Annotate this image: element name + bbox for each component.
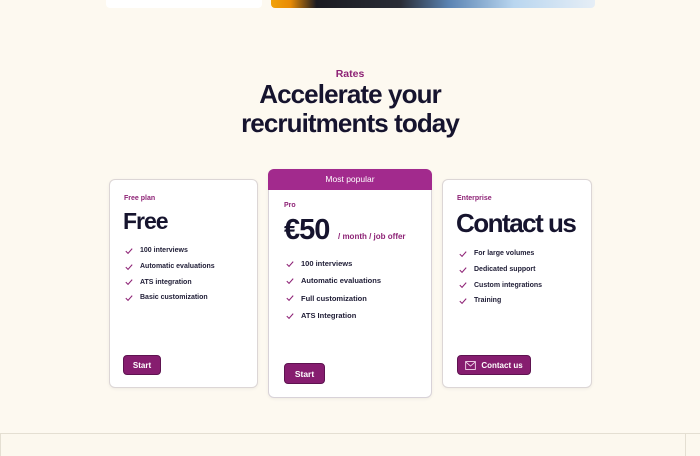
start-button-pro[interactable]: Start bbox=[284, 363, 325, 384]
feature-list: 100 interviews Automatic evaluations Ful… bbox=[286, 255, 381, 324]
contact-us-button[interactable]: Contact us bbox=[457, 355, 531, 375]
check-icon bbox=[125, 263, 133, 271]
feature-item: 100 interviews bbox=[286, 255, 381, 272]
feature-list: 100 interviews Automatic evaluations ATS… bbox=[125, 243, 215, 306]
feature-label: Custom integrations bbox=[474, 281, 543, 289]
check-icon bbox=[286, 312, 294, 320]
check-icon bbox=[286, 277, 294, 285]
feature-item: 100 interviews bbox=[125, 243, 215, 259]
most-popular-badge: Most popular bbox=[268, 169, 432, 190]
pricing-card-free: Free plan Free 100 interviews Automatic … bbox=[109, 179, 258, 388]
pricing-card-enterprise: Enterprise Contact us For large volumes … bbox=[442, 179, 592, 388]
feature-list: For large volumes Dedicated support Cust… bbox=[459, 246, 542, 309]
feature-label: ATS integration bbox=[140, 278, 192, 286]
feature-item: ATS integration bbox=[125, 274, 215, 290]
check-icon bbox=[125, 247, 133, 255]
start-button-free[interactable]: Start bbox=[123, 355, 161, 375]
feature-label: For large volumes bbox=[474, 250, 535, 258]
check-icon bbox=[459, 266, 467, 274]
check-icon bbox=[459, 250, 467, 258]
check-icon bbox=[125, 294, 133, 302]
feature-item: Custom integrations bbox=[459, 277, 542, 293]
plan-price: Free bbox=[123, 208, 169, 234]
feature-label: 100 interviews bbox=[301, 259, 353, 269]
feature-label: Automatic evaluations bbox=[301, 276, 382, 286]
check-icon bbox=[459, 281, 467, 289]
feature-item: ATS Integration bbox=[286, 307, 381, 324]
feature-label: Dedicated support bbox=[474, 266, 536, 274]
next-section-fragment bbox=[0, 433, 700, 456]
check-icon bbox=[286, 260, 294, 268]
feature-label: Training bbox=[474, 297, 502, 305]
check-icon bbox=[125, 278, 133, 286]
feature-item: Automatic evaluations bbox=[286, 272, 381, 289]
plan-label: Free plan bbox=[124, 195, 156, 202]
mail-icon bbox=[465, 360, 477, 370]
section-title-line-1: Accelerate your bbox=[259, 79, 442, 109]
feature-item: Dedicated support bbox=[459, 262, 542, 278]
divider bbox=[685, 434, 686, 456]
feature-label: ATS Integration bbox=[301, 311, 357, 321]
section-title: Accelerate your recruitments today bbox=[0, 80, 700, 138]
feature-label: 100 interviews bbox=[140, 247, 188, 255]
pricing-card-pro: Most popular Pro €50 / month / job offer… bbox=[268, 169, 432, 398]
feature-label: Automatic evaluations bbox=[140, 263, 215, 271]
feature-item: Full customization bbox=[286, 290, 381, 307]
top-image-fragment bbox=[271, 0, 595, 8]
plan-label: Pro bbox=[284, 202, 296, 209]
feature-label: Full customization bbox=[301, 293, 367, 303]
section-title-line-2: recruitments today bbox=[241, 108, 460, 138]
contact-us-label: Contact us bbox=[481, 360, 523, 370]
feature-item: For large volumes bbox=[459, 246, 542, 262]
feature-item: Basic customization bbox=[125, 290, 215, 306]
check-icon bbox=[286, 294, 294, 302]
feature-label: Basic customization bbox=[140, 294, 208, 302]
plan-label: Enterprise bbox=[457, 195, 492, 202]
feature-item: Training bbox=[459, 293, 542, 309]
check-icon bbox=[459, 297, 467, 305]
plan-price: Contact us bbox=[456, 208, 577, 238]
price-suffix: / month / job offer bbox=[338, 232, 406, 241]
feature-item: Automatic evaluations bbox=[125, 259, 215, 275]
top-card-fragment bbox=[106, 0, 262, 8]
plan-price: €50 bbox=[284, 214, 330, 246]
divider bbox=[0, 434, 1, 456]
